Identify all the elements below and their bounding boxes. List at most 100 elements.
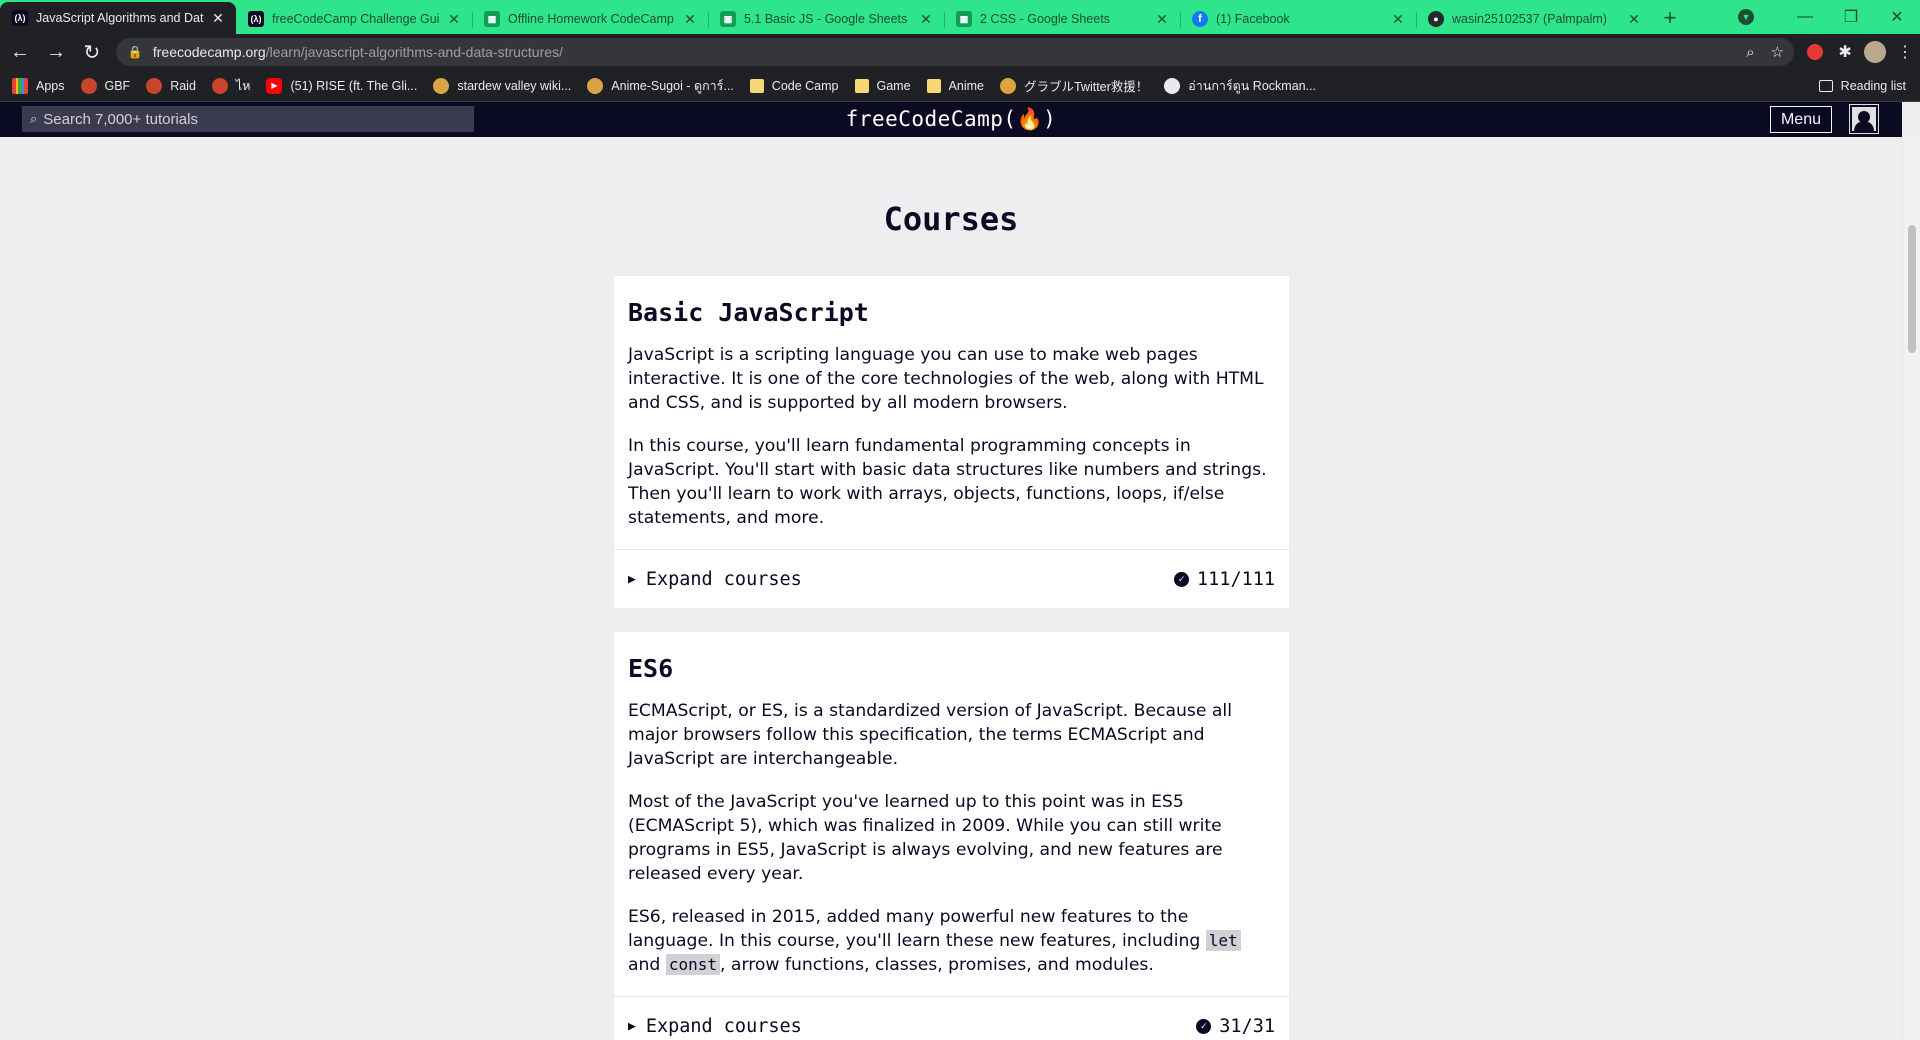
course-progress: ✓ 31/31: [1196, 1016, 1275, 1037]
bookmark-label: stardew valley wiki...: [457, 78, 572, 93]
gbf-icon: [211, 77, 228, 94]
bookmark-label: ไห: [235, 78, 251, 93]
restore-icon[interactable]: ❐: [1828, 7, 1874, 27]
bookmark-stardew[interactable]: stardew valley wiki...: [433, 77, 572, 94]
search-box[interactable]: ⌕: [22, 106, 474, 132]
folder-icon: [926, 78, 941, 93]
bookmark-raid[interactable]: Raid: [146, 77, 196, 94]
fcc-logo-text: freeCodeCamp: [845, 107, 1004, 131]
tab-basic-js-sheets[interactable]: ▦ 5.1 Basic JS - Google Sheets ✕: [708, 4, 944, 34]
close-icon[interactable]: ✕: [1154, 11, 1170, 28]
tab-title: JavaScript Algorithms and Data: [36, 11, 204, 25]
lock-icon[interactable]: 🔒: [128, 45, 143, 59]
bookmark-youtube-rise[interactable]: ▶ (51) RISE (ft. The Gli...: [266, 77, 417, 94]
folder-icon: [749, 78, 764, 93]
tab-title: freeCodeCamp Challenge Guide: [272, 12, 440, 26]
url-host: freecodecamp.org: [152, 44, 266, 60]
course-footer: ▶ Expand courses ✓ 111/111: [614, 549, 1289, 608]
bookmark-gbf[interactable]: GBF: [80, 77, 130, 94]
forward-icon[interactable]: →: [40, 36, 72, 68]
back-icon[interactable]: ←: [4, 36, 36, 68]
reading-list-label: Reading list: [1840, 79, 1906, 93]
address-bar[interactable]: 🔒 freecodecamp.org/learn/javascript-algo…: [115, 38, 1795, 66]
bookmark-thai[interactable]: ไห: [211, 76, 251, 96]
bookmark-label: Anime-Sugoi - ดูการ์...: [611, 78, 734, 93]
tab-search-icon[interactable]: ▼: [1738, 9, 1754, 25]
close-icon[interactable]: ✕: [1390, 11, 1406, 28]
bookmark-folder-code-camp[interactable]: Code Camp: [749, 78, 839, 93]
bookmark-label: Code Camp: [771, 78, 839, 93]
tab-title: wasin25102537 (Palmpalm): [1452, 12, 1607, 26]
text-fragment: ES6, released in 2015, added many powerf…: [628, 907, 1206, 951]
caret-right-icon: ▶: [628, 571, 636, 587]
chrome-menu-icon[interactable]: ⋮: [1890, 37, 1920, 67]
expand-label: Expand courses: [645, 1015, 802, 1037]
course-description: In this course, you'll learn fundamental…: [628, 436, 1267, 528]
freecodecamp-icon: (λ): [12, 10, 28, 26]
course-card-es6: ES6 ECMAScript, or ES, is a standardized…: [614, 632, 1289, 1040]
profile-avatar[interactable]: [1860, 37, 1890, 67]
search-input[interactable]: [43, 110, 444, 128]
bookmark-star-icon[interactable]: ☆: [1771, 43, 1784, 61]
bookmark-apps[interactable]: Apps: [12, 77, 65, 94]
extensions-puzzle-icon[interactable]: ✱: [1830, 37, 1860, 67]
close-window-icon[interactable]: ✕: [1874, 7, 1920, 27]
facebook-icon: f: [1192, 11, 1208, 27]
url-text[interactable]: freecodecamp.org/learn/javascript-algori…: [153, 44, 1730, 60]
bookmark-label: อ่านการ์ตูน Rockman...: [1188, 78, 1317, 93]
reload-icon[interactable]: ↻: [76, 36, 108, 68]
scrollbar-thumb[interactable]: [1908, 225, 1916, 353]
menu-button[interactable]: Menu: [1769, 106, 1832, 133]
page-scrollbar[interactable]: [1902, 137, 1920, 1040]
tab-javascript-algorithms[interactable]: (λ) JavaScript Algorithms and Data ✕: [0, 2, 236, 34]
google-sheets-icon: ▦: [720, 11, 736, 27]
window-controls: ▼ — ❐ ✕: [1738, 0, 1920, 34]
youtube-icon: ▶: [266, 77, 283, 94]
reading-list-icon: [1818, 80, 1833, 92]
text-fragment: , arrow functions, classes, promises, an…: [719, 955, 1154, 975]
gbf-twitter-icon: [999, 77, 1016, 94]
anime-sugoi-icon: [587, 77, 604, 94]
code-let: let: [1205, 930, 1241, 951]
globe-icon: [1164, 77, 1181, 94]
course-progress: ✓ 111/111: [1174, 569, 1275, 590]
apps-grid-icon: [12, 77, 28, 94]
close-icon[interactable]: ✕: [210, 10, 226, 27]
user-avatar[interactable]: [1849, 104, 1879, 134]
fcc-navbar: ⌕ freeCodeCamp(🔥) Menu: [0, 102, 1902, 137]
browser-toolbar: ← → ↻ 🔒 freecodecamp.org/learn/javascrip…: [0, 34, 1920, 70]
google-sheets-icon: ▦: [956, 11, 972, 27]
close-icon[interactable]: ✕: [1626, 11, 1642, 28]
progress-count: 31/31: [1219, 1015, 1275, 1037]
bookmark-folder-anime[interactable]: Anime: [926, 78, 984, 93]
expand-label: Expand courses: [645, 568, 802, 590]
tab-offline-homework[interactable]: ▦ Offline Homework CodeCamp # ✕: [472, 4, 708, 34]
zoom-icon[interactable]: ⌕: [1746, 44, 1754, 61]
course-description: ES6, released in 2015, added many powerf…: [628, 905, 1275, 977]
check-circle-icon: ✓: [1196, 1018, 1212, 1034]
close-icon[interactable]: ✕: [446, 11, 462, 28]
tab-strip: (λ) JavaScript Algorithms and Data ✕ (λ)…: [0, 0, 1920, 34]
freecodecamp-icon: (λ): [248, 11, 264, 27]
bookmark-gbf-twitter[interactable]: グラブルTwitter救援！: [999, 76, 1148, 95]
tab-css-sheets[interactable]: ▦ 2 CSS - Google Sheets ✕: [944, 4, 1180, 34]
close-icon[interactable]: ✕: [682, 11, 698, 28]
tab-title: 5.1 Basic JS - Google Sheets: [744, 12, 908, 26]
check-circle-icon: ✓: [1174, 571, 1190, 587]
bookmark-folder-game[interactable]: Game: [854, 78, 911, 93]
close-icon[interactable]: ✕: [918, 11, 934, 28]
course-title: Basic JavaScript: [628, 298, 869, 327]
expand-courses-button[interactable]: ▶ Expand courses: [628, 569, 802, 590]
caret-right-icon: ▶: [628, 1018, 636, 1034]
tab-facebook[interactable]: f (1) Facebook ✕: [1180, 4, 1416, 34]
tab-github[interactable]: ● wasin25102537 (Palmpalm) ✕: [1416, 4, 1652, 34]
reading-list-button[interactable]: Reading list: [1818, 70, 1906, 102]
expand-courses-button[interactable]: ▶ Expand courses: [628, 1016, 802, 1037]
extension-red-icon[interactable]: [1800, 37, 1830, 67]
minimize-icon[interactable]: —: [1782, 8, 1828, 26]
bookmark-anime-sugoi[interactable]: Anime-Sugoi - ดูการ์...: [587, 76, 734, 96]
bookmarks-bar: Apps GBF Raid ไห ▶ (51) RISE (ft. The Gli…: [0, 70, 1920, 102]
tab-challenge-guide[interactable]: (λ) freeCodeCamp Challenge Guide ✕: [236, 4, 472, 34]
bookmark-rockman[interactable]: อ่านการ์ตูน Rockman...: [1164, 76, 1316, 96]
new-tab-button[interactable]: +: [1652, 2, 1688, 34]
